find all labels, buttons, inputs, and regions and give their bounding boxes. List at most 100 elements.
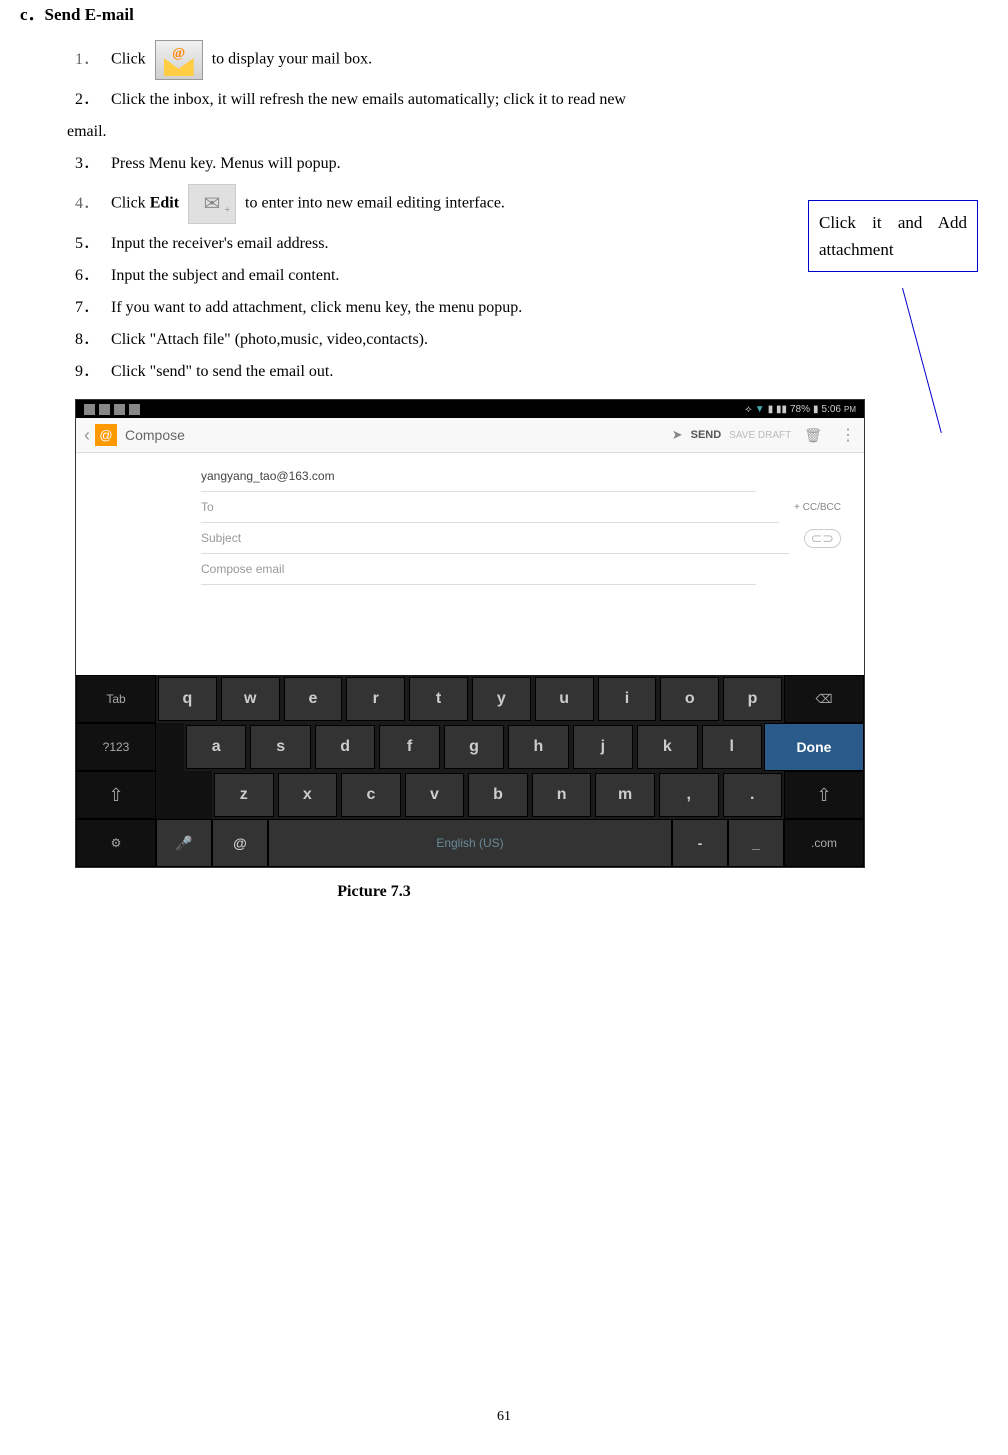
backspace-key[interactable]: ⌫ [784,675,864,723]
key-g[interactable]: g [444,725,504,769]
underscore-key[interactable]: _ [728,819,784,867]
symbols-key[interactable]: ?123 [76,723,156,771]
step-text: Click "send" to send the email out. [99,360,948,384]
key-b[interactable]: b [468,773,528,817]
step-num: 4． [75,192,99,216]
email-app-icon [95,424,117,446]
key-u[interactable]: u [535,677,594,721]
step-num: 8． [75,328,99,352]
at-key[interactable]: @ [212,819,268,867]
key-i[interactable]: i [598,677,657,721]
step-num: 2． [75,88,99,112]
subject-field[interactable]: Subject [201,523,789,554]
key-o[interactable]: o [660,677,719,721]
overflow-menu[interactable]: ⋮ [840,425,856,445]
key-x[interactable]: x [278,773,338,817]
key-p[interactable]: p [723,677,782,721]
send-button[interactable]: SEND [691,429,722,441]
compose-header: ‹ Compose ➤ SEND SAVE DRAFT 🗑 ⋮ [76,418,864,453]
step-num: 1． [75,48,99,72]
step-num: 5． [75,232,99,256]
step-7: 7． If you want to add attachment, click … [75,296,948,320]
page-number: 61 [497,1409,511,1425]
key-d[interactable]: d [315,725,375,769]
keyboard: Tab q w e r t y u i o p ⌫ ?123 a s d f g [76,675,864,867]
shift-key-left[interactable]: ⇧ [76,771,156,819]
notif-icon [99,404,110,415]
key-n[interactable]: n [532,773,592,817]
section-title: c．Send E-mail [20,0,948,25]
step-3: 3． Press Menu key. Menus will popup. [75,152,948,176]
key-y[interactable]: y [472,677,531,721]
key-r[interactable]: r [346,677,405,721]
time-text: 5:06 [822,404,841,415]
step-8: 8． Click "Attach file" (photo,music, vid… [75,328,948,352]
key-s[interactable]: s [250,725,310,769]
key-f[interactable]: f [379,725,439,769]
notif-icon [84,404,95,415]
figure-caption: Picture 7.3 [20,883,948,901]
step-text: Click "Attach file" (photo,music, video,… [99,328,948,352]
battery-text: 78% [790,404,810,415]
done-key[interactable]: Done [764,723,864,771]
cc-bcc-toggle[interactable]: + CC/BCC [794,502,841,513]
notif-icon [114,404,125,415]
key-t[interactable]: t [409,677,468,721]
status-bar: ⟡ ▼ ▮ ▮▮ 78% ▮ 5:06 PM [76,400,864,418]
key-period[interactable]: . [723,773,783,817]
save-draft-button[interactable]: SAVE DRAFT [729,430,791,441]
to-field[interactable]: To [201,492,779,523]
edit-compose-icon [188,184,236,224]
status-left-icons [84,404,140,415]
key-k[interactable]: k [637,725,697,769]
key-q[interactable]: q [158,677,217,721]
globe-key[interactable]: ⚙ [76,819,156,867]
step-num: 6． [75,264,99,288]
attachment-icon[interactable]: ⊂⊃ [804,529,841,548]
step-1: 1． Click to display your mail box. [75,40,948,80]
mail-app-icon [155,40,203,80]
send-icon[interactable]: ➤ [672,427,683,443]
step-num: 9． [75,360,99,384]
key-m[interactable]: m [595,773,655,817]
key-l[interactable]: l [702,725,762,769]
notif-icon [129,404,140,415]
back-button[interactable]: ‹ [84,425,90,446]
key-v[interactable]: v [405,773,465,817]
battery-icon: ▮ [813,404,819,415]
email-screenshot: ⟡ ▼ ▮ ▮▮ 78% ▮ 5:06 PM ‹ Compose ➤ SEND … [75,399,865,868]
com-key[interactable]: .com [784,819,864,867]
callout-annotation: Click it and Add attachment [808,200,978,272]
bluetooth-icon: ⟡ [745,404,752,415]
step-num: 7． [75,296,99,320]
from-field: yangyang_tao@163.com [201,461,756,492]
wifi-icon: ▼ [755,404,765,415]
step-text: Click to display your mail box. [99,40,948,80]
key-a[interactable]: a [186,725,246,769]
key-j[interactable]: j [573,725,633,769]
status-right: ⟡ ▼ ▮ ▮▮ 78% ▮ 5:06 PM [745,404,856,415]
key-h[interactable]: h [508,725,568,769]
compose-title: Compose [125,427,672,443]
step-text: If you want to add attachment, click men… [99,296,948,320]
signal-icon: ▮ ▮▮ [768,404,787,415]
step-num: 3． [75,152,99,176]
space-key[interactable]: English (US) [268,819,672,867]
step-text: Click the inbox, it will refresh the new… [99,88,948,112]
key-z[interactable]: z [214,773,274,817]
key-comma[interactable]: , [659,773,719,817]
step-9: 9． Click "send" to send the email out. [75,360,948,384]
email-form: yangyang_tao@163.com To + CC/BCC Subject… [76,453,864,585]
step-2: 2． Click the inbox, it will refresh the … [75,88,948,112]
step-2-cont: email. [55,120,948,144]
key-e[interactable]: e [284,677,343,721]
body-field[interactable]: Compose email [201,554,756,585]
shift-key-right[interactable]: ⇧ [784,771,864,819]
key-c[interactable]: c [341,773,401,817]
mic-key[interactable]: 🎤 [156,819,212,867]
dash-key[interactable]: - [672,819,728,867]
key-w[interactable]: w [221,677,280,721]
trash-button[interactable]: 🗑 [804,427,822,444]
step-text: Press Menu key. Menus will popup. [99,152,948,176]
tab-key[interactable]: Tab [76,675,156,723]
